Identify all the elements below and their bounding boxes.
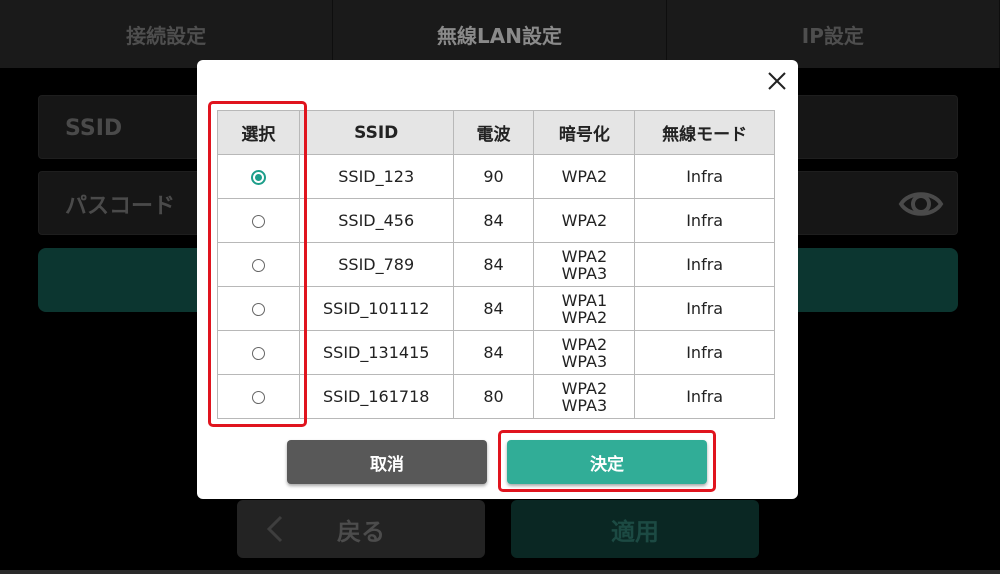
back-button-label: 戻る — [337, 517, 385, 546]
wireless-mode-cell: Infra — [634, 154, 775, 199]
encryption-value: WPA2 — [561, 211, 608, 230]
ssid-cell: SSID_161718 — [298, 374, 454, 419]
signal-cell: 84 — [452, 286, 535, 331]
encryption-cell: WPA2 — [533, 198, 636, 243]
show-password-eye-icon[interactable] — [897, 180, 945, 228]
signal-cell: 84 — [452, 198, 535, 243]
column-header-ssid: SSID — [298, 110, 454, 155]
select-cell — [217, 242, 300, 287]
select-cell — [217, 154, 300, 199]
encryption-cell: WPA2 WPA3 — [533, 330, 636, 375]
radio-button[interactable] — [251, 259, 265, 272]
ssid-table: 選択 SSID 電波 暗号化 無線モード SSID_123 90 WPA2 Infra… — [217, 110, 775, 419]
column-header-select: 選択 — [217, 110, 300, 155]
back-button[interactable]: 戻る — [237, 500, 485, 558]
encryption-value: WPA2 — [561, 307, 608, 327]
signal-cell: 84 — [452, 330, 535, 375]
wireless-mode-cell: Infra — [634, 286, 775, 331]
select-cell — [217, 198, 300, 243]
table-row[interactable]: SSID_123 90 WPA2 Infra — [217, 154, 775, 199]
passcode-field-label: パスコード — [65, 194, 176, 219]
encryption-value: WPA1 — [561, 290, 608, 310]
signal-cell: 84 — [452, 242, 535, 287]
encryption-value: WPA2 — [561, 378, 608, 398]
wireless-mode-cell: Infra — [634, 374, 775, 419]
select-cell — [217, 374, 300, 419]
encryption-value: WPA3 — [561, 263, 608, 283]
column-header-wireless-mode: 無線モード — [634, 110, 775, 155]
apply-button[interactable]: 適用 — [511, 500, 759, 558]
encryption-value: WPA3 — [561, 395, 608, 415]
table-row[interactable]: SSID_101112 84 WPA1 WPA2 Infra — [217, 286, 775, 331]
close-icon[interactable] — [766, 70, 788, 92]
chevron-left-icon — [266, 515, 283, 543]
tab-wireless-lan-settings[interactable]: 無線LAN設定 — [333, 0, 667, 68]
table-header-row: 選択 SSID 電波 暗号化 無線モード — [217, 110, 775, 155]
encryption-cell: WPA2 WPA3 — [533, 374, 636, 419]
ssid-cell: SSID_789 — [298, 242, 454, 287]
tab-ip-settings[interactable]: IP設定 — [667, 0, 1000, 68]
ssid-cell: SSID_131415 — [298, 330, 454, 375]
column-header-encryption: 暗号化 — [533, 110, 636, 155]
table-row[interactable]: SSID_161718 80 WPA2 WPA3 Infra — [217, 374, 775, 419]
signal-cell: 80 — [452, 374, 535, 419]
bottom-strip — [0, 570, 1000, 574]
apply-button-label: 適用 — [611, 517, 659, 546]
encryption-value: WPA2 — [561, 334, 608, 354]
encryption-value: WPA2 — [561, 246, 608, 266]
encryption-value: WPA2 — [561, 167, 608, 186]
select-cell — [217, 286, 300, 331]
ssid-cell: SSID_456 — [298, 198, 454, 243]
wireless-mode-cell: Infra — [634, 330, 775, 375]
tab-connection-settings[interactable]: 接続設定 — [0, 0, 334, 68]
signal-cell: 90 — [452, 154, 535, 199]
radio-button[interactable] — [251, 215, 265, 228]
radio-button[interactable] — [251, 347, 265, 360]
wireless-mode-cell: Infra — [634, 242, 775, 287]
encryption-cell: WPA2 WPA3 — [533, 242, 636, 287]
tab-bar: 接続設定 無線LAN設定 IP設定 — [0, 0, 1000, 68]
table-row[interactable]: SSID_789 84 WPA2 WPA3 Infra — [217, 242, 775, 287]
radio-button[interactable] — [250, 170, 266, 185]
select-cell — [217, 330, 300, 375]
column-header-signal: 電波 — [452, 110, 535, 155]
table-row[interactable]: SSID_456 84 WPA2 Infra — [217, 198, 775, 243]
ssid-cell: SSID_101112 — [298, 286, 454, 331]
cancel-button[interactable]: 取消 — [287, 440, 487, 484]
ssid-field-label: SSID — [65, 115, 123, 141]
wireless-mode-cell: Infra — [634, 198, 775, 243]
encryption-cell: WPA1 WPA2 — [533, 286, 636, 331]
radio-button[interactable] — [251, 303, 265, 316]
table-row[interactable]: SSID_131415 84 WPA2 WPA3 Infra — [217, 330, 775, 375]
radio-button[interactable] — [251, 391, 265, 404]
confirm-button[interactable]: 決定 — [507, 440, 707, 484]
wifi-select-dialog: 選択 SSID 電波 暗号化 無線モード SSID_123 90 WPA2 Infra… — [197, 60, 798, 499]
encryption-cell: WPA2 — [533, 154, 636, 199]
encryption-value: WPA3 — [561, 351, 608, 371]
ssid-cell: SSID_123 — [298, 154, 454, 199]
